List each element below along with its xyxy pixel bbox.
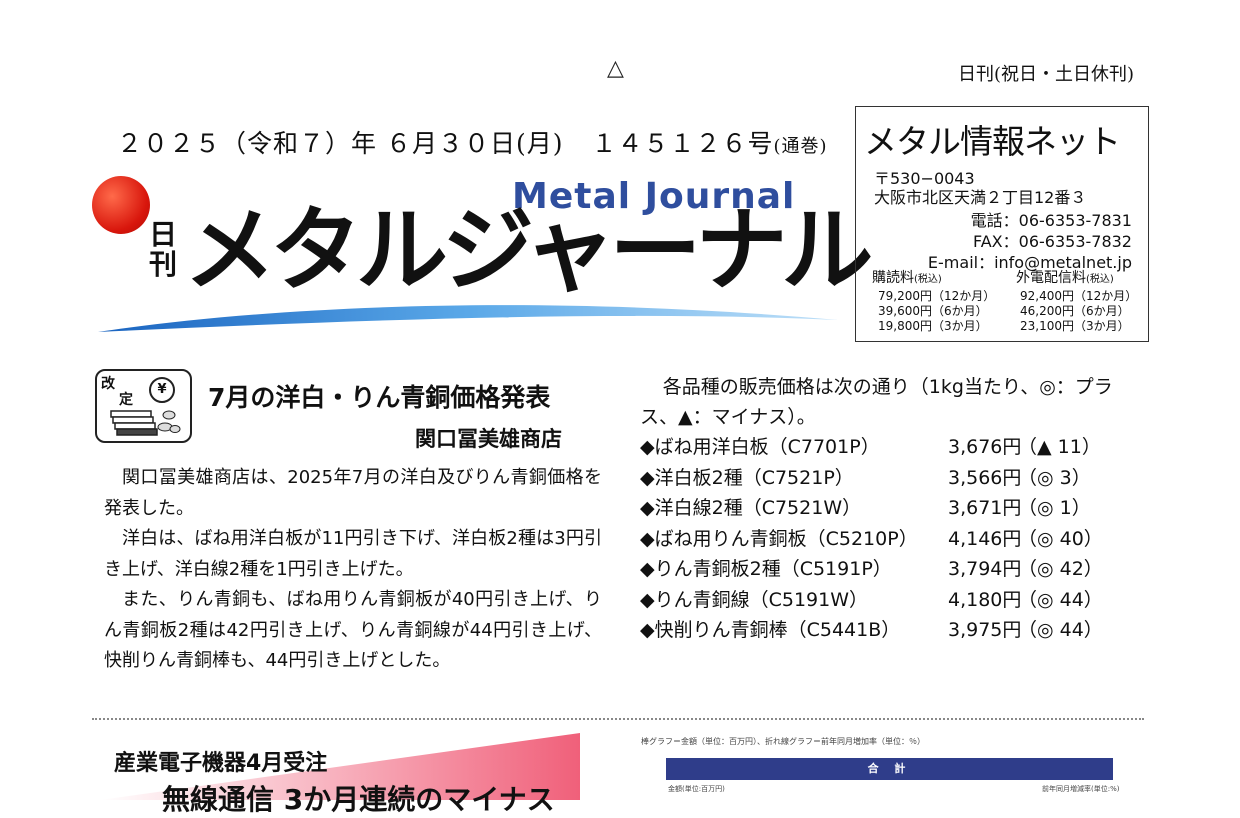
article-paragraph: 洋白は、ばね用洋白板が11円引き下げ、洋白板2種は3円引き上げ、洋白線2種を1円… <box>104 528 602 580</box>
yen-icon: ¥ <box>149 377 175 403</box>
product-name: ◆りん青銅線（C5191W） <box>640 588 869 611</box>
product-price: 3,676円 <box>948 436 1022 458</box>
price-change: （▲ 11） <box>1018 436 1101 458</box>
chart-left-axis-label: 金額(単位:百万円) <box>668 785 725 793</box>
header-mark: △ <box>607 56 624 81</box>
article-headline: 7月の洋白・りん青銅価格発表 <box>208 383 551 412</box>
price-change: （◎ 44） <box>1018 619 1103 641</box>
product-price: 4,146円 <box>948 527 1022 550</box>
publisher-info-box: メタル情報ネット 〒530−0043 大阪市北区天満２丁目12番３ 電話：06-… <box>855 106 1149 342</box>
section-divider <box>92 718 1144 720</box>
subscription-row: 79,200円（12か月） <box>878 289 996 303</box>
article-body: 関口冨美雄商店は、2025年7月の洋白及びりん青銅価格を発表した。 洋白は、ばね… <box>104 463 602 677</box>
masthead-logo: 日刊 Metal Journal メタルジャーナル <box>88 170 873 342</box>
nikkan-label: 日刊 <box>148 218 177 281</box>
blue-swoosh-icon <box>98 305 838 332</box>
product-name: ◆ばね用りん青銅板（C5210P） <box>640 527 918 550</box>
badge-text-top: 改 <box>101 376 115 392</box>
distribution-tax: (税込) <box>1086 274 1114 285</box>
distribution-prices: 外電配信料(税込) 92,400円（12か月） 46,200円（6か月） 23,… <box>1016 271 1137 334</box>
price-revision-badge: 改 定 ¥ <box>95 369 192 443</box>
subscription-row: 39,600円（6か月） <box>878 304 988 318</box>
issue-number-suffix: (通巻) <box>773 136 828 157</box>
price-row: ◆ばね用洋白板（C7701P） 3,676円 （▲ 11） <box>640 432 1103 463</box>
product-price: 3,671円 <box>948 497 1022 519</box>
product-name: ◆洋白線2種（C7521W） <box>640 497 862 519</box>
price-change: （◎ 1） <box>1018 497 1091 519</box>
price-change: （◎ 40） <box>1018 527 1103 550</box>
price-row: ◆洋白板2種（C7521P） 3,566円 （◎ 3） <box>640 463 1103 494</box>
price-row: ◆りん青銅線（C5191W） 4,180円 （◎ 44） <box>640 585 1103 616</box>
chart-caption: 棒グラフ＝金額（単位：百万円）、折れ線グラフ＝前年同月増加率（単位：％） <box>641 737 925 746</box>
money-stack-icon <box>110 410 181 436</box>
article-paragraph: 関口冨美雄商店は、2025年7月の洋白及びりん青銅価格を発表した。 <box>104 467 602 519</box>
price-change: （◎ 42） <box>1018 558 1103 580</box>
product-price: 3,794円 <box>948 558 1022 580</box>
price-row: ◆ばね用りん青銅板（C5210P） 4,146円 （◎ 40） <box>640 524 1103 555</box>
article-byline: 関口冨美雄商店 <box>415 427 562 451</box>
subscription-prices: 購読料(税込) 79,200円（12か月） 39,600円（6か月） 19,80… <box>872 271 995 334</box>
issue-number: １４５１２６号 <box>591 129 774 158</box>
product-name: ◆洋白板2種（C7521P） <box>640 466 854 489</box>
product-price: 3,975円 <box>948 619 1022 641</box>
price-change: （◎ 3） <box>1018 466 1091 489</box>
publisher-address: 大阪市北区天満２丁目12番３ <box>874 188 1087 207</box>
product-name: ◆りん青銅板2種（C5191P） <box>640 558 892 580</box>
distribution-row: 92,400円（12か月） <box>1020 289 1138 303</box>
publisher-name: メタル情報ネット <box>864 122 1121 161</box>
price-row: ◆洋白線2種（C7521W） 3,671円 （◎ 1） <box>640 493 1103 524</box>
publication-frequency: 日刊(祝日・土日休刊) <box>958 64 1135 85</box>
chart-header-bar: 合 計 <box>666 758 1113 780</box>
subscription-label: 購読料 <box>872 270 914 286</box>
product-name: ◆快削りん青銅棒（C5441B） <box>640 619 901 641</box>
article2-subheadline: 無線通信 3か月連続のマイナス <box>162 783 555 816</box>
distribution-row: 46,200円（6か月） <box>1020 304 1130 318</box>
product-price: 4,180円 <box>948 588 1022 611</box>
distribution-row: 23,100円（3か月） <box>1020 319 1130 333</box>
price-row: ◆りん青銅板2種（C5191P） 3,794円 （◎ 42） <box>640 554 1103 585</box>
product-price: 3,566円 <box>948 466 1022 489</box>
chart-right-axis-label: 前年同月増減率(単位:%) <box>1042 785 1120 793</box>
issue-dateline: ２０２５（令和７）年 ６月３０日(月) １４５１２６号(通巻) <box>117 124 828 160</box>
price-change: （◎ 44） <box>1018 588 1103 611</box>
distribution-label: 外電配信料 <box>1016 270 1086 286</box>
issue-date: ２０２５（令和７）年 ６月３０日(月) <box>117 129 564 158</box>
price-list: ◆ばね用洋白板（C7701P） 3,676円 （▲ 11） ◆洋白板2種（C7521… <box>640 432 1103 646</box>
product-name: ◆ばね用洋白板（C7701P） <box>640 436 880 458</box>
red-sun-icon <box>92 176 150 234</box>
subscription-tax: (税込) <box>914 274 942 285</box>
subscription-row: 19,800円（3か月） <box>878 319 988 333</box>
article2-headline: 産業電子機器4月受注 <box>114 751 328 776</box>
price-intro: 各品種の販売価格は次の通り（1kg当たり、◎：プラス、▲：マイナス）。 <box>640 376 1113 428</box>
price-row: ◆快削りん青銅棒（C5441B） 3,975円 （◎ 44） <box>640 615 1103 646</box>
article-paragraph: また、りん青銅も、ばね用りん青銅板が40円引き上げ、りん青銅板2種は42円引き上… <box>104 589 602 671</box>
